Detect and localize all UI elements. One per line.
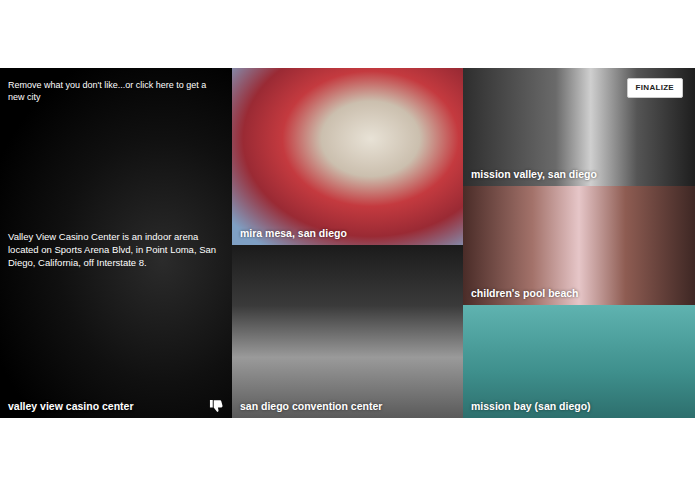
tile-footer: valley view casino center [8,398,224,413]
spacer [471,98,687,168]
city-tile[interactable]: san diego convention center [232,245,463,418]
spacer [471,311,687,400]
city-tile[interactable]: mira mesa, san diego [232,68,463,245]
tile-footer: san diego convention center [240,400,455,413]
city-label: children's pool beach [471,287,579,300]
new-city-link[interactable]: Remove what you don't like...or click he… [8,80,224,103]
finalize-button[interactable]: FINALIZE [627,78,683,98]
spacer [8,270,224,398]
tile-footer: children's pool beach [471,287,687,300]
city-grid: Remove what you don't like...or click he… [0,68,695,418]
spacer [471,192,687,287]
city-tile[interactable]: FINALIZE mission valley, san diego [463,68,695,186]
finalize-bar: FINALIZE [471,74,687,98]
tile-footer: mira mesa, san diego [240,227,455,240]
spacer [240,74,455,227]
city-label: valley view casino center [8,400,134,413]
city-tile[interactable]: mission bay (san diego) [463,305,695,418]
spacer [240,251,455,400]
city-label: mission bay (san diego) [471,400,591,413]
thumbs-down-icon[interactable] [209,398,224,413]
spacer [8,103,224,231]
city-tile[interactable]: children's pool beach [463,186,695,305]
city-description: Valley View Casino Center is an indoor a… [8,231,224,269]
city-label: mission valley, san diego [471,168,597,181]
city-label: san diego convention center [240,400,382,413]
city-label: mira mesa, san diego [240,227,347,240]
tile-footer: mission valley, san diego [471,168,687,181]
city-tile[interactable]: Remove what you don't like...or click he… [0,68,232,418]
tile-footer: mission bay (san diego) [471,400,687,413]
